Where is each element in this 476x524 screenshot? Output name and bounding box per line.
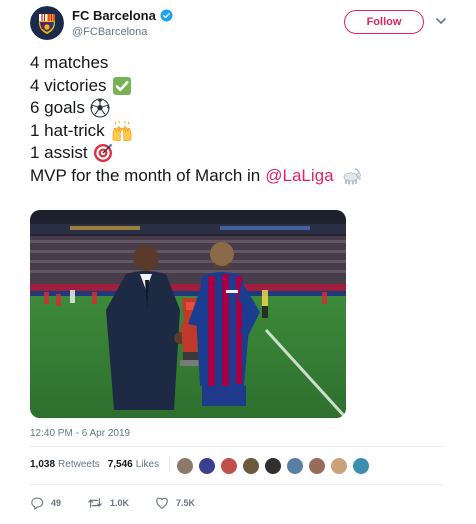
raising-hands-icon: [112, 120, 131, 141]
likes-stat[interactable]: 7,546 Likes: [108, 459, 159, 470]
chevron-down-icon[interactable]: [434, 14, 448, 28]
liker-avatar[interactable]: [352, 457, 370, 475]
check-mark-button-icon: [112, 76, 131, 95]
tweet-line-text: MVP for the month of March in: [30, 165, 261, 185]
like-heart-icon: [156, 497, 168, 509]
reply-button[interactable]: 49: [30, 496, 61, 510]
stats-separator: [169, 456, 171, 472]
verified-badge-icon: [160, 9, 173, 22]
retweet-button[interactable]: 1.0K: [87, 496, 129, 510]
liker-avatar[interactable]: [242, 457, 260, 475]
tweet-line: 4 matches: [30, 52, 450, 75]
retweets-stat[interactable]: 1,038 Retweets: [30, 459, 100, 470]
divider: [30, 446, 444, 447]
tweet-header: FC Barcelona @FCBarcelona Follow: [30, 4, 450, 44]
tweet-timestamp[interactable]: 12:40 PM - 6 Apr 2019: [30, 428, 130, 439]
divider: [30, 484, 444, 485]
mention-link[interactable]: @LaLiga: [265, 165, 333, 188]
tweet-line: 6 goals: [30, 97, 450, 120]
retweets-label: Retweets: [58, 458, 100, 470]
tweet-actions: 49 1.0K 7.5K: [30, 496, 221, 510]
tweet-line-text: 1 assist: [30, 143, 88, 162]
tweet-photo[interactable]: [30, 210, 346, 418]
liker-avatar[interactable]: [198, 457, 216, 475]
tweet-line: 1 hat-trick: [30, 120, 450, 143]
liker-avatars: [176, 457, 374, 475]
tweet-line-text: 6 goals: [30, 98, 85, 117]
photo-two-men-with-trophy: [30, 210, 346, 418]
engagement-stats: 1,038 Retweets 7,546 Likes: [30, 456, 178, 472]
liker-avatar[interactable]: [308, 457, 326, 475]
retweets-count: 1,038: [30, 458, 56, 470]
follow-button[interactable]: Follow: [344, 10, 424, 34]
like-count: 7.5K: [176, 498, 196, 508]
like-button[interactable]: 7.5K: [155, 496, 195, 510]
tweet-line: 1 assist: [30, 142, 450, 165]
goat-icon: [343, 167, 361, 185]
tweet-line: MVP for the month of March in @LaLiga: [30, 165, 450, 188]
direct-hit-target-icon: [93, 144, 112, 163]
user-handle[interactable]: @FCBarcelona: [72, 26, 147, 38]
liker-avatar[interactable]: [330, 457, 348, 475]
retweet-icon: [88, 498, 102, 508]
likes-count: 7,546: [107, 458, 133, 470]
soccer-ball-icon: [90, 98, 110, 118]
liker-avatar[interactable]: [264, 457, 282, 475]
tweet-line-text: 4 matches: [30, 53, 109, 72]
avatar[interactable]: [30, 6, 64, 40]
liker-avatar[interactable]: [176, 457, 194, 475]
tweet-line-text: 1 hat-trick: [30, 120, 105, 140]
liker-avatar[interactable]: [286, 457, 304, 475]
retweet-count: 1.0K: [110, 498, 130, 508]
display-name-row: FC Barcelona: [72, 8, 173, 23]
likes-label: Likes: [135, 458, 160, 470]
liker-avatar[interactable]: [220, 457, 238, 475]
reply-count: 49: [51, 498, 62, 508]
display-name[interactable]: FC Barcelona: [72, 8, 156, 23]
fc-barcelona-crest-logo: [30, 6, 64, 40]
tweet-line: 4 victories: [30, 75, 450, 98]
tweet-line-text: 4 victories: [30, 75, 107, 95]
reply-icon: [31, 497, 44, 510]
tweet-text: 4 matches 4 victories 6 goals 1 hat-tric…: [30, 52, 450, 187]
